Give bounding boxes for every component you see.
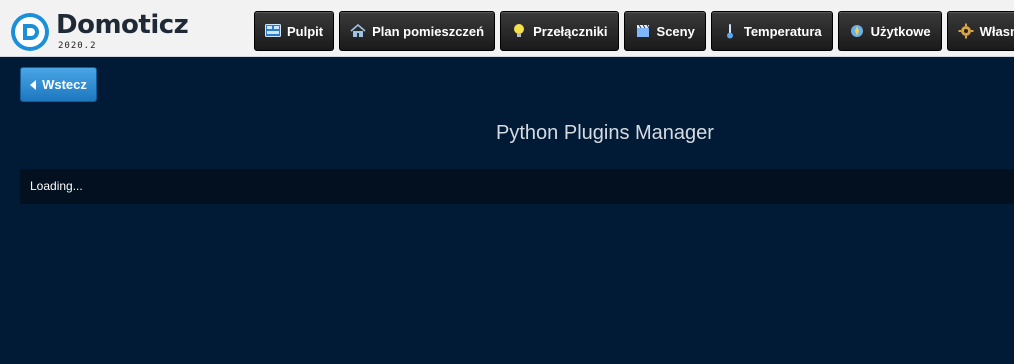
clapperboard-icon	[635, 23, 651, 39]
domoticz-logo-icon	[11, 13, 49, 51]
nav-dashboard-button[interactable]: Pulpit	[254, 11, 335, 51]
nav-temperature-button[interactable]: Temperatura	[710, 11, 833, 51]
nav-utility-label: Użytkowe	[870, 23, 931, 39]
nav-scenes-label: Sceny	[656, 23, 695, 39]
nav-switches-label: Przełączniki	[533, 23, 608, 39]
nav-custom-button[interactable]: Własne	[946, 11, 1014, 51]
nav-switches-button[interactable]: Przełączniki	[500, 11, 619, 51]
nav-temperature-label: Temperatura	[743, 23, 822, 39]
back-button-label: Wstecz	[42, 77, 87, 92]
thermometer-icon	[722, 23, 738, 39]
back-button[interactable]: Wstecz	[20, 67, 97, 102]
main-nav: Pulpit Plan pomieszczeń Przełączniki Sce…	[254, 11, 1014, 51]
nav-floorplan-button[interactable]: Plan pomieszczeń	[339, 11, 496, 51]
nav-custom-label: Własne	[979, 23, 1014, 39]
nav-dashboard-label: Pulpit	[287, 23, 324, 39]
plugins-panel: Loading...	[20, 169, 1014, 204]
lightbulb-icon	[511, 23, 527, 39]
dashboard-icon	[265, 23, 281, 39]
back-arrow-icon	[30, 79, 37, 90]
nav-scenes-button[interactable]: Sceny	[623, 11, 706, 51]
utility-icon	[849, 23, 865, 39]
brand-version: 2020.2	[58, 41, 97, 51]
loading-status: Loading...	[30, 179, 83, 193]
nav-floorplan-label: Plan pomieszczeń	[372, 23, 485, 39]
brand-name: Domoticz	[56, 10, 189, 40]
page-title: Python Plugins Manager	[496, 122, 714, 144]
top-bar: Domoticz 2020.2 Pulpit Plan pomieszczeń …	[0, 0, 1014, 57]
gear-icon	[958, 23, 974, 39]
house-icon	[350, 23, 366, 39]
nav-utility-button[interactable]: Użytkowe	[837, 11, 942, 51]
domoticz-logo[interactable]: Domoticz 2020.2	[10, 8, 189, 52]
